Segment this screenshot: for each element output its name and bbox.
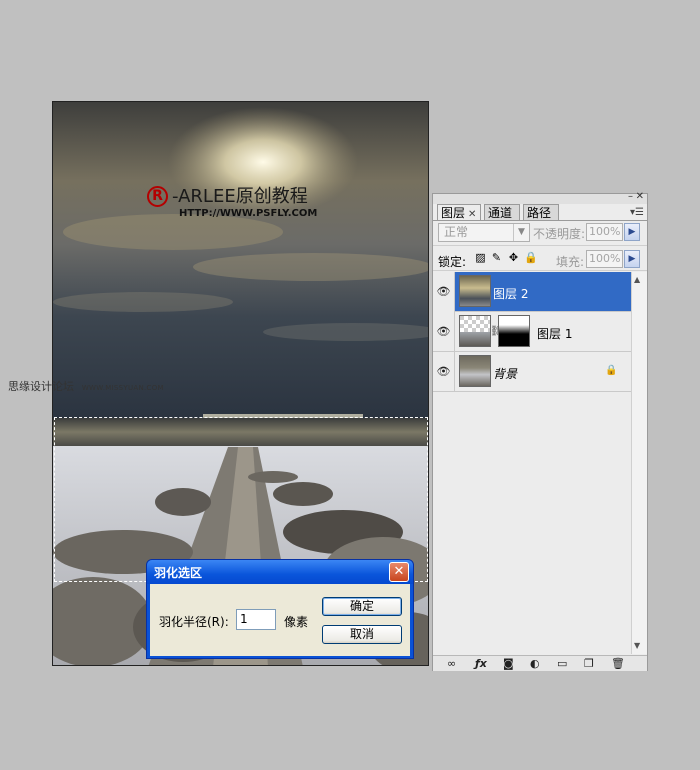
lock-transparent-icon[interactable]: ▨ xyxy=(474,251,487,264)
fx-icon[interactable]: ƒx xyxy=(475,657,487,670)
panel-footer: ∞ ƒx ◙ ◐ ▭ ❐ 🗑 xyxy=(433,655,647,671)
layers-panel: – ✕ 图层 ✕ 通道 路径 ▾☰ 正常 ▼ 不透明度: 100% ▶ 锁定: ▨… xyxy=(432,191,648,671)
lock-icon: 🔒 xyxy=(605,365,618,376)
opacity-label: 不透明度: xyxy=(533,227,586,241)
logo-title: -ARLEE原创教程 xyxy=(172,186,308,207)
layer-name: 图层 2 xyxy=(493,287,529,301)
chevron-down-icon: ▼ xyxy=(513,224,529,241)
eye-icon[interactable]: 👁 xyxy=(433,272,455,312)
layer-thumbnail xyxy=(459,315,491,347)
feather-dialog: 羽化选区 ✕ 羽化半径(R): 1 像素 确定 取消 xyxy=(146,559,414,659)
lock-brush-icon[interactable]: ✎ xyxy=(490,251,503,264)
panel-titlebar: – ✕ xyxy=(433,191,647,204)
dialog-title: 羽化选区 xyxy=(154,566,203,580)
opacity-input[interactable]: 100% xyxy=(586,223,623,241)
dialog-titlebar[interactable]: 羽化选区 ✕ xyxy=(147,560,413,584)
tab-paths[interactable]: 路径 xyxy=(523,204,559,220)
layer-thumbnail xyxy=(459,275,491,307)
new-layer-icon[interactable]: ❐ xyxy=(584,657,594,670)
eye-icon[interactable]: 👁 xyxy=(433,352,455,392)
scroll-up-icon[interactable]: ▲ xyxy=(634,275,640,284)
layer-row[interactable]: 👁 ⛓ 图层 1 xyxy=(433,312,631,352)
registered-mark-icon: R xyxy=(147,186,168,207)
scroll-down-icon[interactable]: ▼ xyxy=(634,641,640,650)
fill-input[interactable]: 100% xyxy=(586,250,623,268)
layers-list: 👁 图层 2 👁 ⛓ 图层 1 👁 背景 🔒 xyxy=(433,272,631,654)
cancel-button[interactable]: 取消 xyxy=(322,625,402,644)
mask-icon[interactable]: ◙ xyxy=(503,657,514,670)
tab-close-icon[interactable]: ✕ xyxy=(468,209,476,220)
watermark-chinese: 思缘设计论坛 xyxy=(8,380,74,393)
layer-name: 图层 1 xyxy=(537,327,573,341)
opacity-slider-button[interactable]: ▶ xyxy=(624,223,640,241)
layer-row[interactable]: 👁 背景 🔒 xyxy=(433,352,631,392)
unit-label: 像素 xyxy=(284,615,309,629)
blend-mode-select[interactable]: 正常 ▼ xyxy=(438,223,530,242)
folder-icon[interactable]: ▭ xyxy=(557,657,567,670)
close-icon[interactable]: ✕ xyxy=(636,191,644,202)
feather-radius-input[interactable]: 1 xyxy=(236,609,276,630)
eye-icon[interactable]: 👁 xyxy=(433,312,455,352)
fill-slider-button[interactable]: ▶ xyxy=(624,250,640,268)
feather-radius-label: 羽化半径(R): xyxy=(159,615,229,629)
tab-layers[interactable]: 图层 ✕ xyxy=(437,204,481,221)
ok-button[interactable]: 确定 xyxy=(322,597,402,616)
layer-row[interactable]: 👁 图层 2 xyxy=(433,272,631,312)
adjustment-icon[interactable]: ◐ xyxy=(530,657,540,670)
minimize-icon[interactable]: – xyxy=(628,191,633,202)
layer-mask-thumbnail[interactable] xyxy=(498,315,530,347)
dialog-close-button[interactable]: ✕ xyxy=(389,562,409,582)
trash-icon[interactable]: 🗑 xyxy=(611,657,625,670)
lock-all-icon[interactable]: 🔒 xyxy=(524,251,538,264)
panel-menu-icon[interactable]: ▾☰ xyxy=(630,207,644,218)
logo-url: HTTP://WWW.PSFLY.COM xyxy=(179,208,318,219)
layer-name: 背景 xyxy=(493,367,518,381)
lock-label: 锁定: xyxy=(438,255,467,269)
watermark: 思缘设计论坛 WWW.MISSYUAN.COM xyxy=(8,378,164,394)
link-icon[interactable]: ∞ xyxy=(447,657,456,670)
tab-channels[interactable]: 通道 xyxy=(484,204,520,220)
layer-thumbnail xyxy=(459,355,491,387)
dialog-body: 羽化半径(R): 1 像素 确定 取消 xyxy=(150,584,410,656)
watermark-url: WWW.MISSYUAN.COM xyxy=(81,384,164,392)
layers-scrollbar[interactable]: ▲ ▼ xyxy=(631,272,647,654)
fill-label: 填充: xyxy=(556,255,585,269)
lock-move-icon[interactable]: ✥ xyxy=(507,251,520,264)
